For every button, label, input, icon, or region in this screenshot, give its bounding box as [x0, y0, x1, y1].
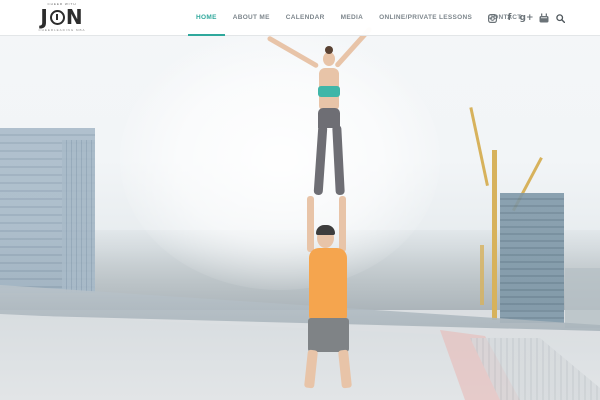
flyer-head — [323, 52, 335, 66]
google-plus-glyph: g+ — [519, 13, 534, 23]
base-tank-top — [309, 248, 347, 320]
youtube-icon[interactable] — [535, 0, 552, 36]
facebook-icon[interactable]: f — [501, 0, 518, 36]
google-plus-icon[interactable]: g+ — [518, 0, 535, 36]
social-links: f g+ — [484, 0, 569, 36]
main-nav: HOME ABOUT ME CALENDAR MEDIA ONLINE/PRIV… — [188, 0, 530, 36]
logo-subtitle: CHEERLEADING MBA — [38, 28, 86, 32]
base-shorts — [308, 318, 349, 352]
base-left-leg — [304, 349, 318, 389]
facebook-glyph: f — [507, 13, 512, 23]
site-header: CHEER WITH JN CHEERLEADING MBA HOME ABOU… — [0, 0, 600, 36]
nav-calendar[interactable]: CALENDAR — [278, 0, 333, 36]
flyer-sports-bra — [318, 86, 340, 97]
logo-o-mark — [49, 10, 65, 25]
base-figure — [290, 192, 370, 397]
logo-wordmark: JN — [40, 5, 84, 29]
right-building — [565, 268, 600, 328]
nav-about-me[interactable]: ABOUT ME — [225, 0, 278, 36]
nav-online-private-lessons[interactable]: ONLINE/PRIVATE LESSONS — [371, 0, 480, 36]
crane-mast — [492, 150, 497, 320]
left-skyscraper-side — [62, 140, 95, 292]
crane-jib — [469, 107, 489, 186]
base-cap — [316, 225, 335, 235]
flyer-left-leg — [313, 124, 328, 196]
flyer-left-arm — [266, 35, 320, 69]
right-skyscraper — [500, 193, 564, 323]
flyer-hair-bun — [325, 46, 333, 54]
nav-media[interactable]: MEDIA — [333, 0, 371, 36]
instagram-icon[interactable] — [484, 0, 501, 36]
search-icon[interactable] — [552, 0, 569, 36]
base-left-arm — [307, 196, 314, 252]
site-logo[interactable]: CHEER WITH JN CHEERLEADING MBA — [34, 2, 90, 34]
hero-image — [0, 0, 600, 400]
flyer-right-leg — [332, 124, 345, 196]
nav-home[interactable]: HOME — [188, 0, 225, 36]
crane-mast-2 — [480, 245, 484, 305]
base-right-arm — [339, 196, 346, 252]
flyer-figure — [262, 26, 382, 200]
base-right-leg — [338, 349, 352, 389]
